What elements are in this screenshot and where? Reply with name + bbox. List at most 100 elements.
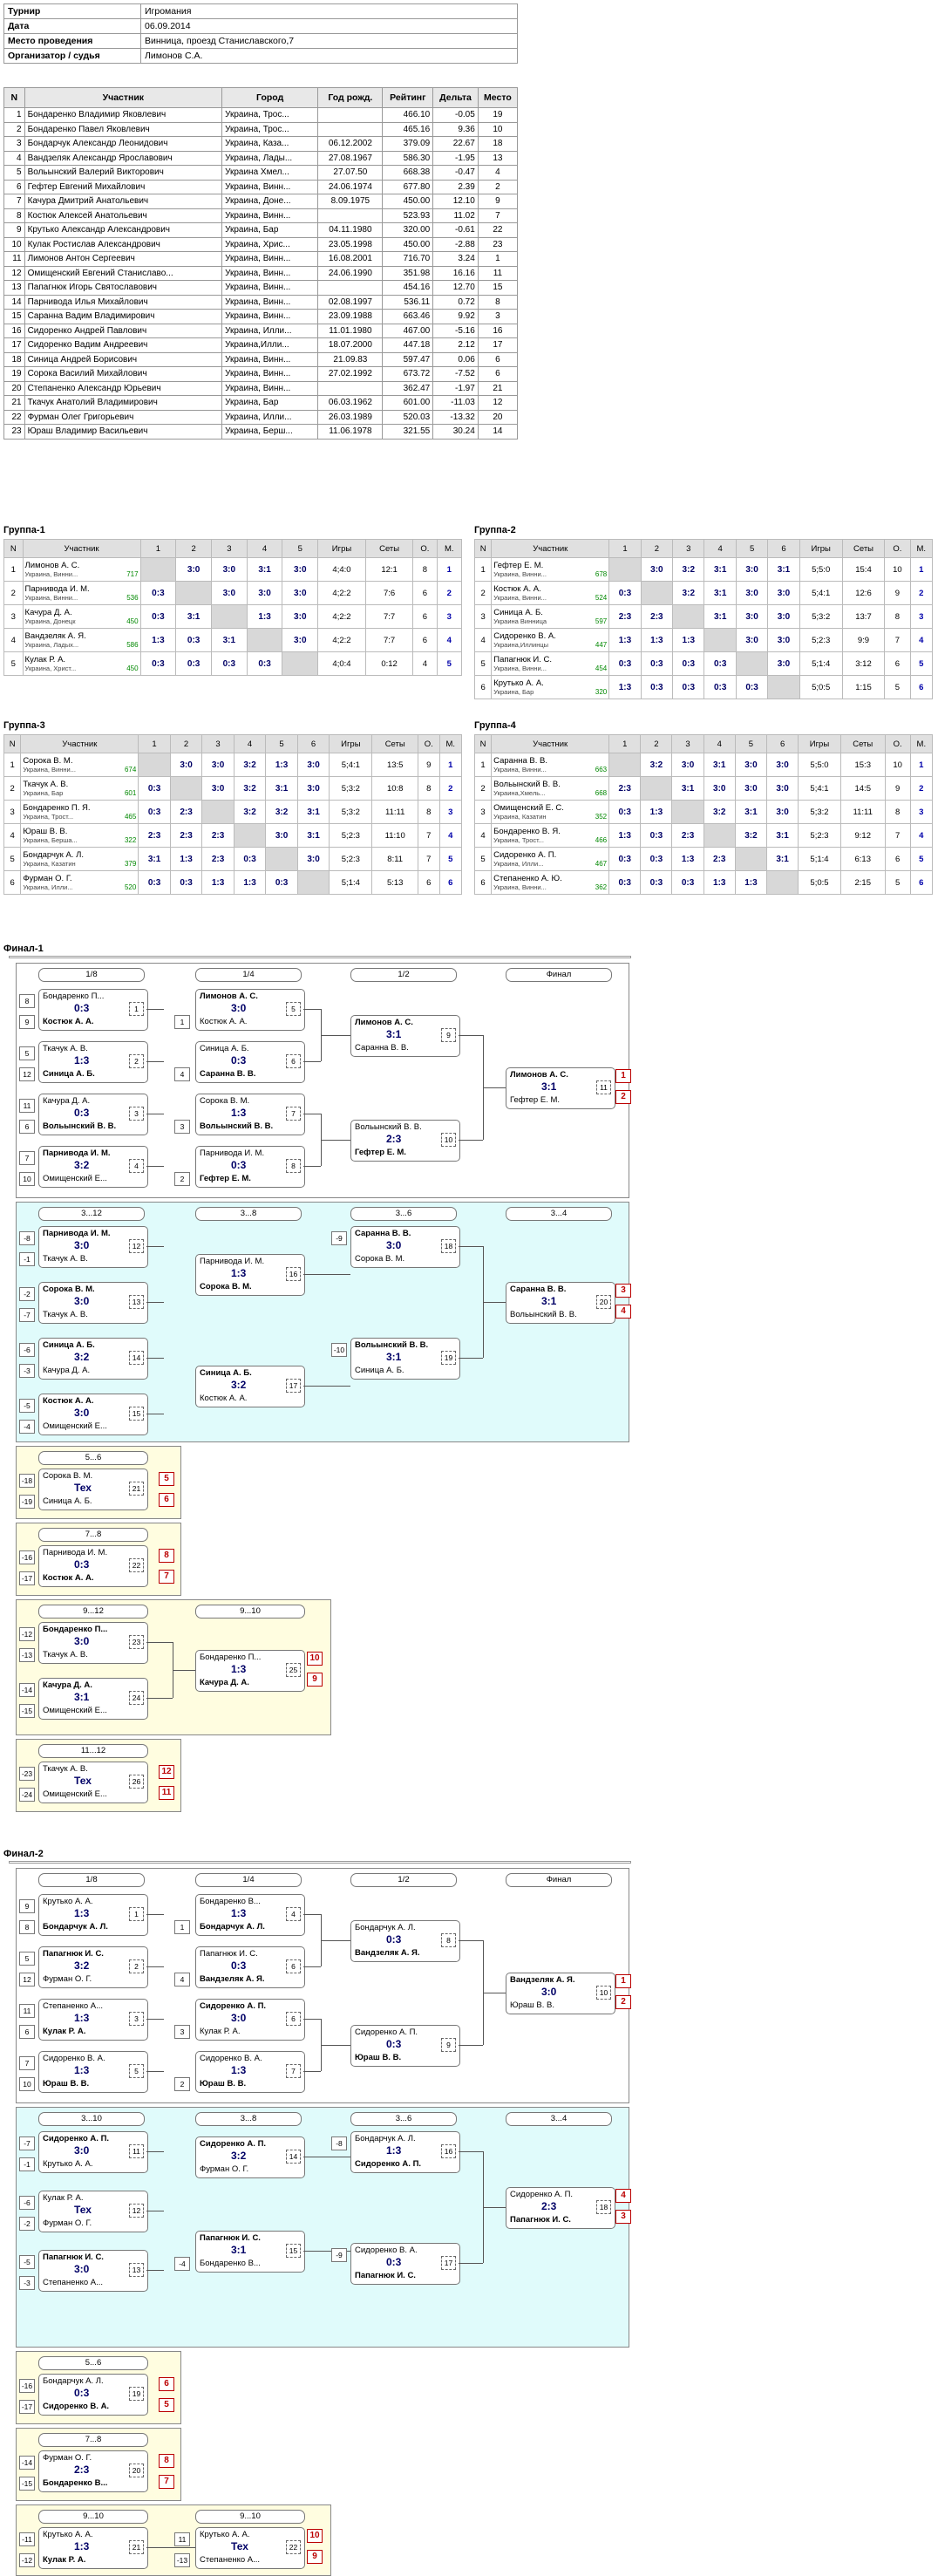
match-score: 1:3 (231, 2064, 247, 2076)
table-cell: Украина, Каза... (221, 136, 319, 152)
match-score: 1:3 (231, 1107, 247, 1119)
table-cell: Украина, Винн... (221, 366, 319, 382)
match-number: 6 (286, 1054, 301, 1068)
match-score: 1:3 (74, 2012, 90, 2024)
score-cell: 3:0 (671, 753, 704, 777)
final-place: 7 (159, 1570, 174, 1584)
seed-slot: 11 (19, 2004, 35, 2018)
seed-slot: -6 (19, 1343, 35, 1357)
table-row: 3 Бондаренко П. Я. Украина, Трост... 465 0:3… (3, 800, 462, 824)
column-header: 4 (246, 539, 283, 558)
score-cell: 3:0 (282, 628, 319, 652)
row-number: 2 (3, 776, 22, 801)
round-header: 1/8 (38, 1873, 145, 1887)
group-header-row: N Участник 1 2 3 4 5 Игры Сеты О. М. (3, 539, 463, 558)
participant-name: Бондаренко В. Я. (493, 827, 561, 836)
games-cell: 5;5:0 (798, 753, 841, 777)
match-number: 8 (441, 1933, 456, 1947)
table-cell (317, 280, 384, 296)
table-row: 10 Кулак Ростислав Александрович Украина, … (3, 236, 519, 252)
match-box: Бондаренко П... 3:0 Ткачук А. В. 23 (38, 1622, 148, 1664)
table-cell: 320.00 (382, 222, 434, 238)
seed-slot: -13 (174, 2553, 190, 2567)
column-header: Сеты (371, 734, 419, 753)
games-cell: 5;0:5 (798, 870, 841, 895)
participant-name: Юраш В. В. (23, 827, 68, 836)
column-header: 3 (672, 539, 705, 558)
score-cell: 3:2 (734, 823, 768, 848)
seed-slot: 5 (19, 1046, 35, 1060)
match-player-b: Ткачук А. В. (43, 1254, 88, 1264)
match-player-a: Синица А. Б. (43, 1340, 95, 1350)
column-header: 6 (296, 734, 330, 753)
seed-slot: -5 (19, 2255, 35, 2269)
column-header: Город (221, 87, 319, 108)
score-cell: 3:2 (672, 557, 705, 582)
participant-city: Украина, Винни... 524 (493, 594, 608, 602)
score-cell: 3:0 (169, 753, 203, 777)
participant-cell: Бондаренко П. Я. Украина, Трост... 465 (20, 800, 139, 824)
info-key: Дата (3, 18, 141, 34)
seed-slot: 12 (19, 1067, 35, 1081)
match-player-b: Бондарчук А. Л. (200, 1922, 265, 1932)
seed-slot: 2 (174, 1172, 190, 1186)
games-cell: 4;0:4 (317, 651, 366, 676)
score-cell: 0:3 (175, 651, 212, 676)
score-cell: 0:3 (608, 870, 642, 895)
table-cell: 14 (3, 294, 25, 310)
column-header: Игры (798, 734, 841, 753)
participant-cell: Фурман О. Г. Украина, Илли... 520 (20, 870, 139, 895)
match-box: Сидоренко В. А. 0:3 Папагнюк И. С. 17 (350, 2243, 460, 2285)
match-player-a: Вольынский В. В. (355, 1122, 422, 1132)
games-cell: 5;2:3 (798, 823, 841, 848)
score-cell: 3:0 (767, 581, 800, 605)
seed-slot: 6 (19, 1120, 35, 1134)
score-cell: 3:0 (265, 823, 298, 848)
table-row: 2 Ткачук А. В. Украина, Бар 601 0:3 3:0 3:2 3:1… (3, 776, 462, 801)
match-player-b: Костюк А. А. (200, 1394, 248, 1403)
score-cell: 0:3 (640, 675, 674, 699)
seed-slot: -17 (19, 2400, 35, 2414)
match-number: 24 (129, 1691, 144, 1705)
match-player-a: Папагнюк И. С. (200, 2233, 261, 2243)
bracket-line (483, 1302, 506, 1303)
table-cell: 601.00 (382, 395, 434, 411)
table-cell (317, 121, 384, 137)
table-cell: 7 (3, 194, 25, 209)
participant-city: Украина, Трост... 466 (493, 836, 608, 844)
score-cell: 3:2 (703, 800, 736, 824)
table-cell: 27.07.50 (317, 165, 384, 181)
participant-rating: 668 (595, 789, 608, 797)
participant-city: Украина, Винни... 663 (493, 766, 608, 773)
table-cell: 6 (477, 351, 519, 367)
row-number: 3 (3, 604, 24, 629)
round-header: Финал (506, 1873, 612, 1887)
place-cell: 5 (438, 847, 462, 871)
table-cell: Украина, Хрис... (221, 236, 319, 252)
sets-cell: 11:11 (839, 800, 886, 824)
match-player-a: Сорока В. М. (43, 1285, 95, 1294)
bracket-line (459, 2263, 483, 2264)
score-cell: 3:0 (175, 557, 212, 582)
table-row: 22 Фурман Олег Григорьевич Украина, Илли..… (3, 409, 519, 425)
games-cell: 5;2:3 (329, 823, 373, 848)
table-cell: -11.03 (432, 395, 479, 411)
games-cell: 5;1:4 (329, 870, 373, 895)
score-cell: 3:0 (246, 581, 283, 605)
bracket-line (146, 1698, 173, 1699)
table-cell: 11 (3, 251, 25, 267)
match-score: 3:0 (74, 1239, 90, 1251)
table-row: 5 Сидоренко А. П. Украина, Илли... 467 0:3 0:… (473, 847, 934, 871)
seed-slot: -7 (19, 2136, 35, 2150)
sets-cell: 1:15 (841, 675, 886, 699)
table-cell: 23 (3, 424, 25, 440)
participant-cell: Сидоренко А. П. Украина, Илли... 467 (491, 847, 610, 871)
sets-cell: 11:11 (371, 800, 419, 824)
diagonal-cell (608, 557, 642, 582)
score-cell: 3:1 (138, 847, 171, 871)
seed-slot: 3 (174, 1120, 190, 1134)
place-cell: 2 (909, 776, 934, 801)
score-cell: 1:3 (703, 870, 736, 895)
column-header: 6 (767, 539, 800, 558)
table-cell: Украина, Винн... (221, 251, 319, 267)
